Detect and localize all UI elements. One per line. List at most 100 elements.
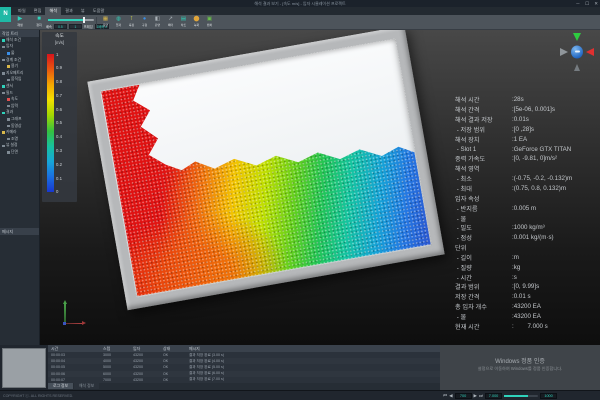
tree-item-4[interactable]: 용기 — [0, 63, 39, 70]
next-frame-button[interactable]: ▶ — [474, 391, 477, 400]
tree-item-2[interactable]: 물 — [0, 50, 39, 57]
tool-button-차트[interactable]: ▤ 차트 — [178, 16, 189, 27]
tree-item-icon — [2, 72, 5, 75]
tool-button-측정[interactable]: ⊺ 측정 — [126, 16, 137, 27]
tree-item-label: 지오메트리 — [6, 70, 24, 75]
tree-item-11[interactable]: 결과 — [0, 110, 39, 117]
tree-item-9[interactable]: 속도 — [0, 96, 39, 103]
tree-panel-header: 작업 트리 — [0, 30, 39, 37]
last-frame-button[interactable]: ⏭ — [479, 391, 483, 400]
tool-button-입자[interactable]: ◍ 입자 — [113, 16, 124, 27]
tree-item-12[interactable]: 그래프 — [0, 116, 39, 123]
tree-item-14[interactable]: 카메라 — [0, 129, 39, 136]
field-input-0[interactable]: 0.5 — [53, 23, 67, 29]
table-row[interactable]: 00:00:07 7000 43200 OK 결과 저장 완료 (7.00 s) — [48, 376, 440, 383]
info-label: 해석 시간 — [455, 97, 480, 105]
tool-label-4: 단면 — [154, 23, 161, 27]
장면-icon: ▦ — [102, 16, 109, 22]
tree-item-label: 용기 — [11, 64, 18, 69]
info-label: 해석 결과 저장 — [455, 117, 493, 125]
info-label: - 질량 — [455, 264, 472, 272]
tool-button-벡터[interactable]: ↗ 벡터 — [165, 16, 176, 27]
menu-item-2[interactable]: 해석 — [45, 7, 62, 15]
tree-item-label: 동영상 — [11, 123, 22, 128]
log-tab-0[interactable]: 로그 정보 — [48, 383, 74, 389]
frame-number-field[interactable]: 700 — [454, 393, 472, 399]
maximize-button[interactable]: ☐ — [585, 0, 589, 7]
legend-tick-9: 0.1 — [56, 175, 62, 181]
log-cell: OK — [163, 365, 169, 370]
tree-item-5[interactable]: 지오메트리 — [0, 70, 39, 77]
log-cell: 3000 — [103, 353, 111, 358]
view-orientation-gizmo[interactable] — [560, 33, 594, 71]
viewport-3d[interactable]: 속도 [m/s] 1 0.9 0.8 0.7 0.6 0.5 0.4 0.3 0.2 0.1 0 — [40, 30, 600, 345]
tool-button-구형[interactable]: ● 구형 — [139, 16, 150, 27]
tree-item-7[interactable]: 센서 — [0, 83, 39, 90]
tree-item-10[interactable]: 압력 — [0, 103, 39, 110]
timeline-slider[interactable] — [504, 394, 539, 398]
log-cell: 43200 — [133, 371, 143, 376]
tool-button-녹화[interactable]: ⬤ 녹화 — [191, 16, 202, 27]
tree-item-0[interactable]: 해석 조건 — [0, 37, 39, 44]
gizmo-axis-negx-icon[interactable] — [560, 48, 568, 56]
tree-item-6[interactable]: 움직임 — [0, 77, 39, 84]
transport-group: ▶ 재생 ■ 정지 — [12, 16, 47, 27]
gizmo-axis-x-icon[interactable] — [586, 48, 594, 56]
tree-item-15[interactable]: 조명 — [0, 136, 39, 143]
tree-item-1[interactable]: 입자 — [0, 44, 39, 51]
gizmo-axis-y-icon[interactable] — [573, 33, 581, 41]
app-logo-icon[interactable]: N — [0, 7, 11, 22]
tree-item-icon — [2, 144, 5, 148]
tool-label-0: 장면 — [102, 23, 109, 27]
gizmo-axis-negy-icon[interactable] — [574, 64, 580, 71]
transport-button-0[interactable]: ▶ 재생 — [12, 16, 28, 27]
transport-button-1[interactable]: ■ 정지 — [31, 16, 47, 27]
prev-frame-button[interactable]: ◀ — [449, 391, 452, 400]
tree-item-3[interactable]: 경계 조건 — [0, 57, 39, 64]
tree-item-icon — [7, 98, 10, 101]
x-axis-icon — [64, 321, 86, 325]
tree-item-icon — [7, 78, 10, 82]
menu-item-4[interactable]: 뷰 — [77, 7, 89, 15]
menu-item-0[interactable]: 파일 — [14, 7, 30, 15]
tool-label-6: 차트 — [180, 23, 187, 27]
tool-button-캡처[interactable]: ▣ 캡처 — [204, 16, 215, 27]
info-value: :43200 EA — [512, 312, 541, 320]
tree-item-label: 조명 — [11, 136, 18, 141]
frame-slider-handle[interactable] — [82, 17, 85, 23]
info-value: :28s — [512, 96, 524, 104]
log-tab-1[interactable]: 해석 정보 — [74, 383, 100, 389]
frame-slider[interactable] — [48, 17, 94, 23]
tool-button-단면[interactable]: ◧ 단면 — [152, 16, 163, 27]
info-value: :GeForce GTX TITAN — [512, 145, 572, 153]
log-cell: 6000 — [103, 371, 111, 376]
info-line-7: 해석 영역 — [455, 164, 600, 174]
menu-item-1[interactable]: 편집 — [30, 7, 46, 15]
info-value: : 7.000 s — [512, 322, 548, 330]
close-button[interactable]: ✕ — [594, 0, 598, 7]
current-time-field[interactable]: 7.000 — [485, 393, 503, 399]
tree-items: 해석 조건 입자 물 경계 조건 용기 지오메트리움직임 센서 필드 속도 압력 결과 그래프 동영상 카… — [0, 37, 39, 156]
tree-item-16[interactable]: 뷰 설정 — [0, 143, 39, 150]
tool-button-장면[interactable]: ▦ 장면 — [100, 16, 111, 27]
transport-icon-0: ▶ — [17, 16, 23, 22]
info-label: - 최대 — [455, 186, 472, 194]
tank-interior — [100, 38, 432, 298]
info-value: :kg — [512, 263, 521, 271]
info-label: - 물 — [455, 215, 467, 223]
minimize-button[interactable]: － — [576, 0, 581, 7]
tree-item-13[interactable]: 동영상 — [0, 123, 39, 130]
menu-item-3[interactable]: 결과 — [61, 7, 77, 15]
tree-item-label: 필드 — [6, 90, 13, 95]
menu-item-5[interactable]: 도움말 — [89, 7, 109, 15]
tree-item-17[interactable]: 단면 — [0, 149, 39, 156]
info-label: 중력 가속도 — [455, 156, 486, 164]
log-col-header-3: 상태 — [163, 345, 171, 351]
tree-item-icon — [7, 151, 10, 154]
tree-item-8[interactable]: 필드 — [0, 90, 39, 97]
legend-tick-3: 0.7 — [56, 92, 62, 98]
first-frame-button[interactable]: ⏮ — [443, 391, 447, 400]
gizmo-home-icon[interactable] — [571, 45, 583, 59]
field-input-1[interactable]: 1 — [68, 23, 82, 29]
구형-icon: ● — [142, 16, 147, 22]
